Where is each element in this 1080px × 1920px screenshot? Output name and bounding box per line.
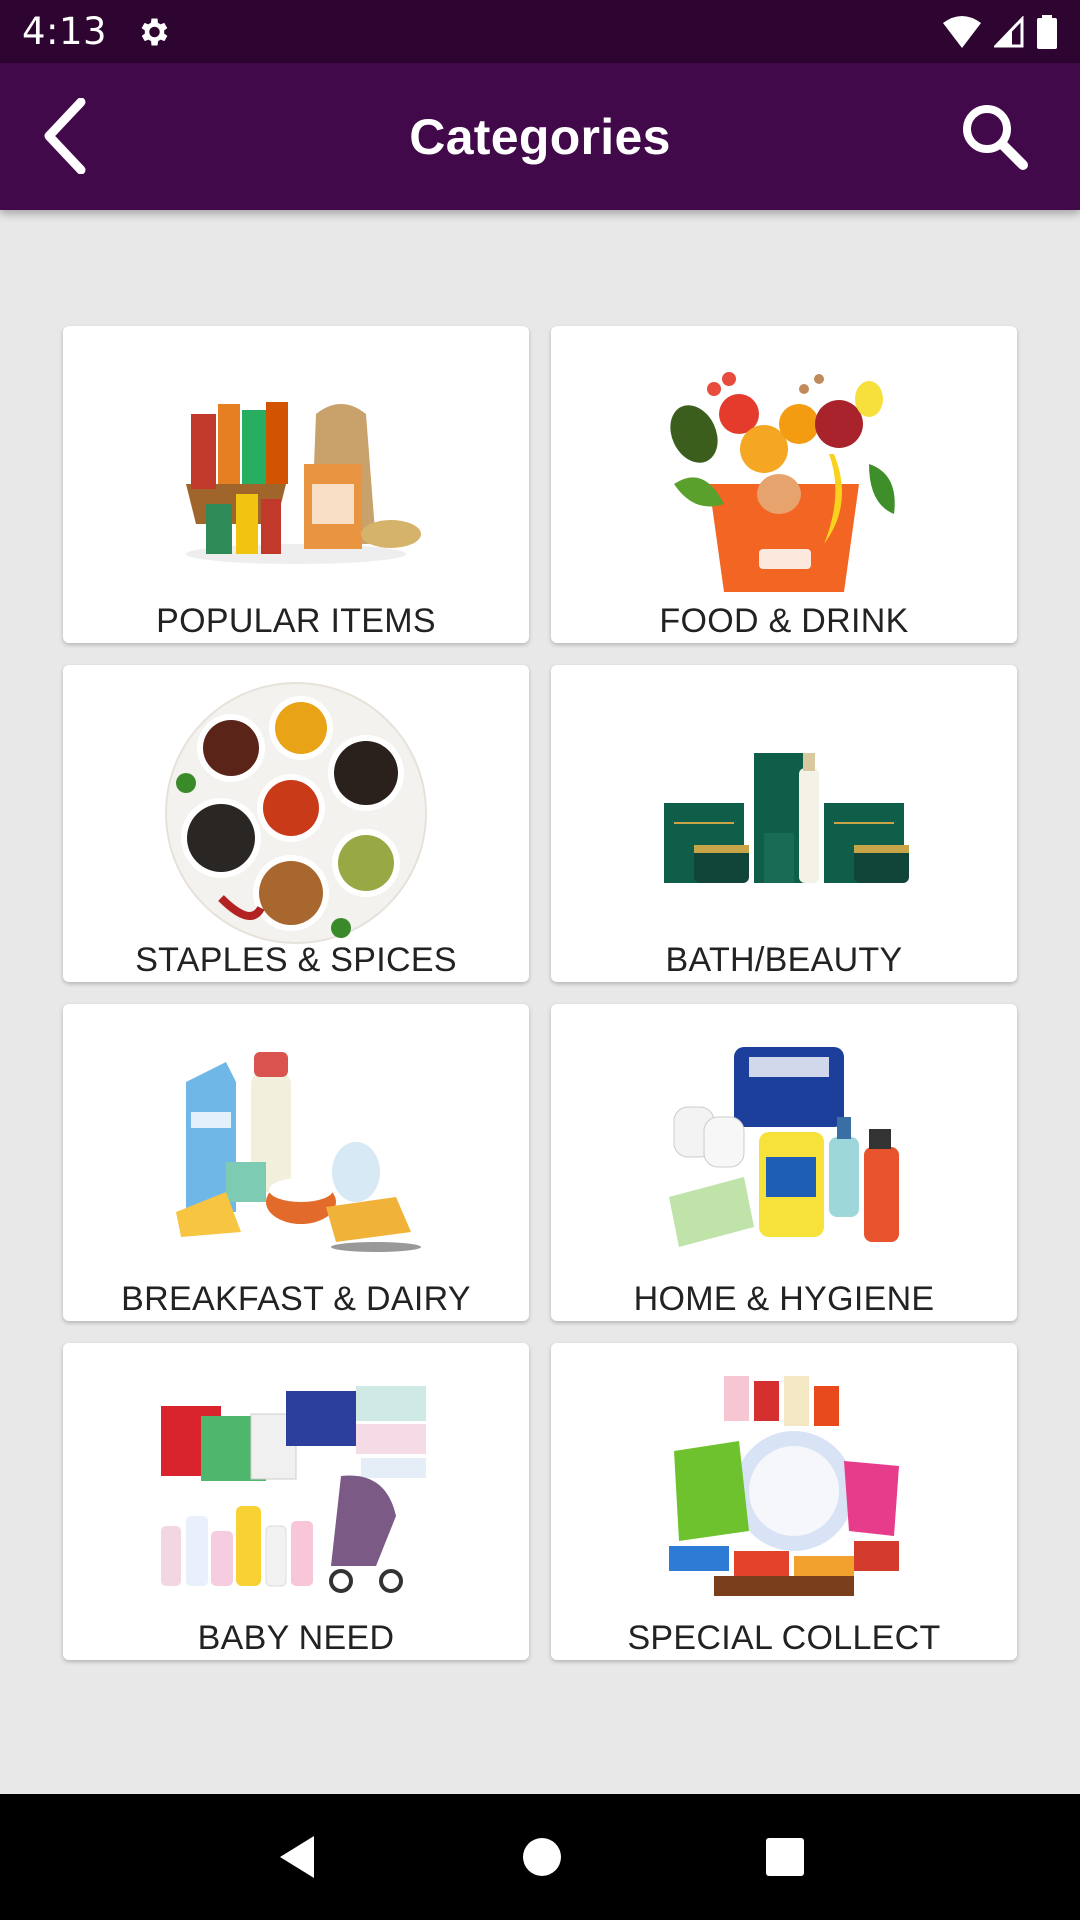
category-label: BATH/BEAUTY xyxy=(665,941,903,979)
category-label: SPECIAL COLLECT xyxy=(627,1619,941,1657)
back-button[interactable] xyxy=(24,93,104,179)
dairy-products-image xyxy=(63,1032,529,1272)
search-button[interactable] xyxy=(944,93,1044,179)
category-label: STAPLES & SPICES xyxy=(135,941,457,979)
category-grid: POPULAR ITEMS FOOD & DRINK STAPLES & SPI… xyxy=(63,326,1017,1660)
category-card-staples-spices[interactable]: STAPLES & SPICES xyxy=(63,665,529,982)
category-card-popular-items[interactable]: POPULAR ITEMS xyxy=(63,326,529,643)
spice-plate-image xyxy=(63,682,529,944)
snack-collection-image xyxy=(551,1371,1017,1611)
chevron-left-icon xyxy=(44,98,86,174)
signal-icon xyxy=(994,15,1024,47)
grocery-basket-image xyxy=(63,354,529,594)
cleaning-products-image xyxy=(551,1032,1017,1272)
status-bar: 4:13 xyxy=(0,0,1080,63)
back-triangle-icon[interactable] xyxy=(274,1832,320,1882)
battery-icon xyxy=(1037,14,1057,49)
settings-gear-icon xyxy=(141,18,168,45)
category-card-bath-beauty[interactable]: BATH/BEAUTY xyxy=(551,665,1017,982)
beauty-products-image xyxy=(551,693,1017,933)
wifi-icon xyxy=(943,15,981,48)
category-card-special-collect[interactable]: SPECIAL COLLECT xyxy=(551,1343,1017,1660)
category-label: BREAKFAST & DAIRY xyxy=(121,1280,471,1318)
category-label: FOOD & DRINK xyxy=(659,602,909,640)
page-title: Categories xyxy=(409,108,671,165)
category-label: POPULAR ITEMS xyxy=(156,602,436,640)
search-icon xyxy=(963,105,1028,170)
system-nav-bar xyxy=(0,1794,1080,1920)
fruits-vegetables-bag-image xyxy=(551,354,1017,594)
baby-products-image xyxy=(63,1371,529,1611)
category-label: HOME & HYGIENE xyxy=(633,1280,935,1318)
status-time: 4:13 xyxy=(22,10,108,53)
category-card-breakfast-dairy[interactable]: BREAKFAST & DAIRY xyxy=(63,1004,529,1321)
home-circle-icon[interactable] xyxy=(520,1835,564,1879)
category-card-home-hygiene[interactable]: HOME & HYGIENE xyxy=(551,1004,1017,1321)
category-label: BABY NEED xyxy=(197,1619,395,1657)
category-card-food-drink[interactable]: FOOD & DRINK xyxy=(551,326,1017,643)
recents-square-icon[interactable] xyxy=(764,1836,806,1878)
app-bar: Categories xyxy=(0,63,1080,210)
category-card-baby-need[interactable]: BABY NEED xyxy=(63,1343,529,1660)
